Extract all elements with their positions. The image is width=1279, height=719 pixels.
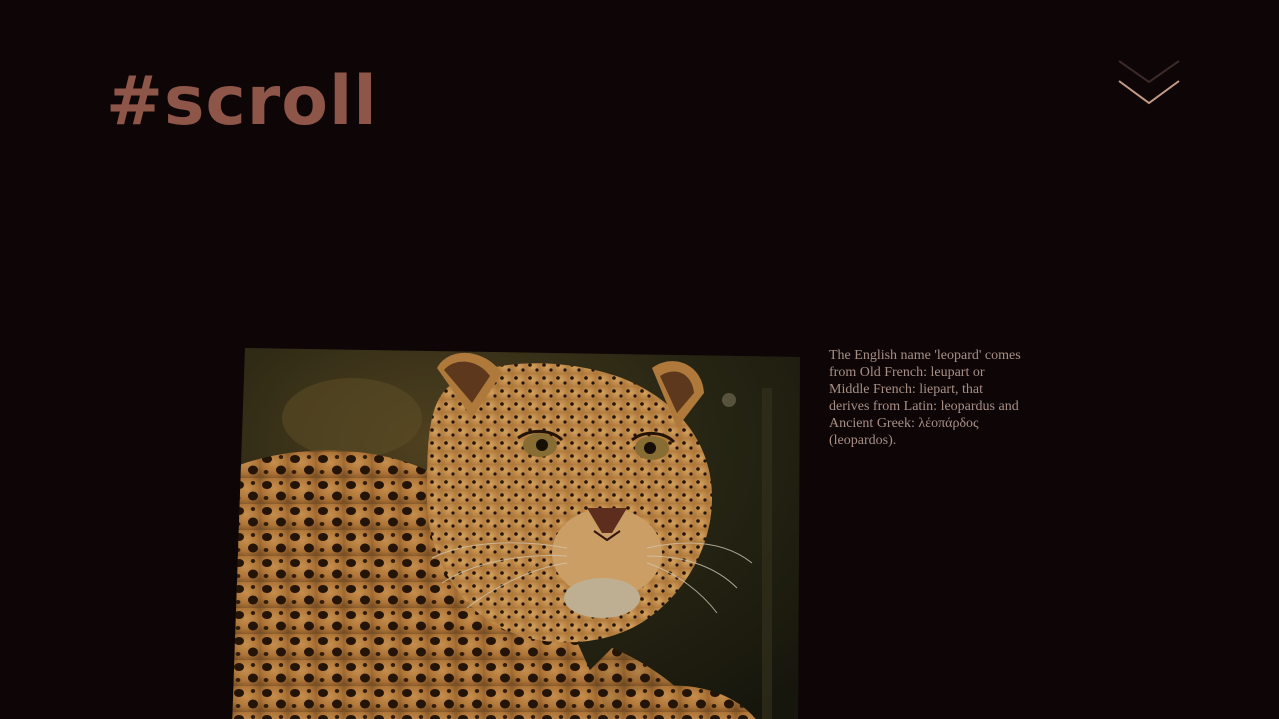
leopard-image — [232, 348, 800, 719]
page: #scroll The English name 'leopard' comes… — [0, 0, 1279, 719]
leopard-caption: The English name 'leopard' comes from Ol… — [829, 348, 1021, 448]
leopard-photo — [232, 348, 800, 719]
double-chevron-down-icon — [1118, 60, 1180, 105]
site-logo[interactable]: #scroll — [106, 68, 378, 136]
scroll-down-button[interactable] — [1112, 56, 1186, 110]
